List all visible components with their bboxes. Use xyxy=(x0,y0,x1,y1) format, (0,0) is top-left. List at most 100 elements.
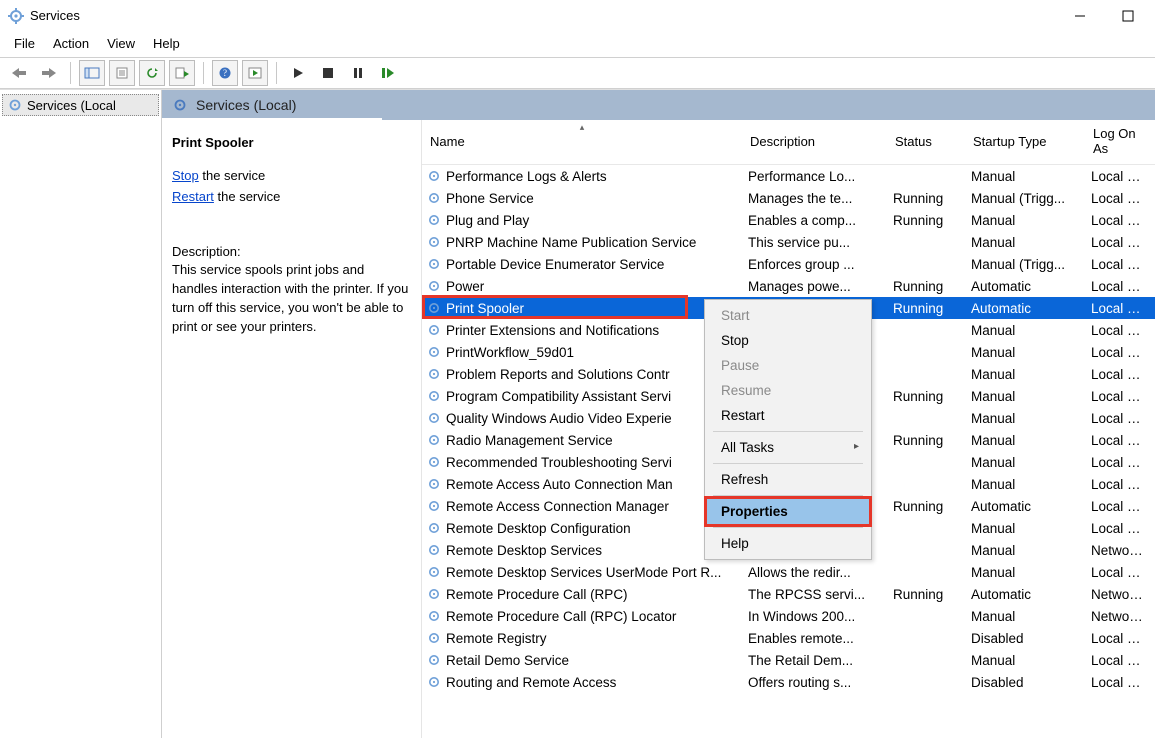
cell-startup: Manual xyxy=(965,451,1085,473)
context-menu-separator xyxy=(713,495,863,496)
gear-icon xyxy=(426,674,442,690)
forward-button[interactable] xyxy=(36,60,62,86)
tree-root-services[interactable]: Services (Local xyxy=(2,94,159,116)
help-button[interactable]: ? xyxy=(212,60,238,86)
context-menu-item-refresh[interactable]: Refresh xyxy=(707,467,869,492)
menu-view[interactable]: View xyxy=(107,36,135,51)
col-name[interactable]: ▴Name xyxy=(422,120,742,165)
table-row[interactable]: Plug and PlayEnables a comp...RunningMan… xyxy=(422,209,1155,231)
cell-status xyxy=(887,605,965,627)
cell-logon: Local System xyxy=(1085,209,1155,231)
cell-startup: Manual (Trigg... xyxy=(965,253,1085,275)
cell-startup: Manual xyxy=(965,517,1085,539)
cell-status xyxy=(887,253,965,275)
col-startup[interactable]: Startup Type xyxy=(965,120,1085,165)
properties-button[interactable] xyxy=(109,60,135,86)
table-row[interactable]: Remote Desktop Services UserMode Port R.… xyxy=(422,561,1155,583)
cell-desc: Enforces group ... xyxy=(742,253,887,275)
context-menu-item-help[interactable]: Help xyxy=(707,531,869,556)
cell-desc: In Windows 200... xyxy=(742,605,887,627)
service-name: Remote Procedure Call (RPC) xyxy=(446,587,628,602)
service-name: Remote Registry xyxy=(446,631,547,646)
tree-root-label: Services (Local xyxy=(27,98,116,113)
gear-icon xyxy=(426,476,442,492)
menu-file[interactable]: File xyxy=(14,36,35,51)
cell-startup: Manual xyxy=(965,539,1085,561)
gear-icon xyxy=(426,432,442,448)
cell-status: Running xyxy=(887,187,965,209)
gear-icon xyxy=(426,630,442,646)
cell-status xyxy=(887,671,965,693)
cell-desc: Enables a comp... xyxy=(742,209,887,231)
table-row[interactable]: Remote Procedure Call (RPC) The RPCSS ser… xyxy=(422,583,1155,605)
cell-desc: Enables remote... xyxy=(742,627,887,649)
cell-startup: Manual xyxy=(965,473,1085,495)
context-menu-item-all-tasks[interactable]: All Tasks▸ xyxy=(707,435,869,460)
cell-status: Running xyxy=(887,385,965,407)
stop-service-link[interactable]: Stop xyxy=(172,168,199,183)
maximize-button[interactable] xyxy=(1119,7,1137,25)
show-hide-tree-button[interactable] xyxy=(79,60,105,86)
restart-service-text: the service xyxy=(214,189,280,204)
gear-icon xyxy=(426,168,442,184)
pause-service-button[interactable] xyxy=(345,60,371,86)
back-button[interactable] xyxy=(6,60,32,86)
cell-startup: Manual xyxy=(965,649,1085,671)
service-name: Portable Device Enumerator Service xyxy=(446,257,664,272)
context-menu-item-stop[interactable]: Stop xyxy=(707,328,869,353)
cell-startup: Manual xyxy=(965,363,1085,385)
gear-icon xyxy=(426,410,442,426)
table-row[interactable]: Remote Procedure Call (RPC) LocatorIn Wi… xyxy=(422,605,1155,627)
cell-startup: Manual xyxy=(965,165,1085,188)
service-name: Print Spooler xyxy=(446,301,524,316)
service-name: Retail Demo Service xyxy=(446,653,569,668)
stop-service-button[interactable] xyxy=(315,60,341,86)
cell-logon: Local System xyxy=(1085,671,1155,693)
service-name: Remote Access Auto Connection Man xyxy=(446,477,673,492)
cell-status: Running xyxy=(887,495,965,517)
context-menu-separator xyxy=(713,463,863,464)
col-status[interactable]: Status xyxy=(887,120,965,165)
context-menu-item-restart[interactable]: Restart xyxy=(707,403,869,428)
cell-logon: Local System xyxy=(1085,649,1155,671)
cell-status xyxy=(887,451,965,473)
start-service-button[interactable] xyxy=(285,60,311,86)
service-name: Remote Desktop Services UserMode Port R.… xyxy=(446,565,721,580)
menu-help[interactable]: Help xyxy=(153,36,180,51)
cell-startup: Manual xyxy=(965,341,1085,363)
cell-status xyxy=(887,341,965,363)
export-list-button[interactable] xyxy=(169,60,195,86)
refresh-button[interactable] xyxy=(139,60,165,86)
service-name: Remote Desktop Configuration xyxy=(446,521,631,536)
cell-desc: Performance Lo... xyxy=(742,165,887,188)
context-menu-separator xyxy=(713,431,863,432)
cell-desc: The RPCSS servi... xyxy=(742,583,887,605)
cell-logon: Local System xyxy=(1085,363,1155,385)
gear-icon xyxy=(426,366,442,382)
table-row[interactable]: PowerManages powe...RunningAutomaticLoca… xyxy=(422,275,1155,297)
menu-action[interactable]: Action xyxy=(53,36,89,51)
cell-startup: Automatic xyxy=(965,583,1085,605)
run-button[interactable] xyxy=(242,60,268,86)
table-row[interactable]: PNRP Machine Name Publication ServiceThi… xyxy=(422,231,1155,253)
table-row[interactable]: Remote RegistryEnables remote...Disabled… xyxy=(422,627,1155,649)
restart-service-button[interactable] xyxy=(375,60,401,86)
context-menu-item-properties[interactable]: Properties xyxy=(707,499,869,524)
table-row[interactable]: Routing and Remote AccessOffers routing … xyxy=(422,671,1155,693)
col-logon[interactable]: Log On As xyxy=(1085,120,1155,165)
title-bar: Services xyxy=(0,0,1155,32)
table-row[interactable]: Performance Logs & AlertsPerformance Lo.… xyxy=(422,165,1155,188)
gear-icon xyxy=(426,344,442,360)
context-menu: StartStopPauseResumeRestartAll Tasks▸Ref… xyxy=(704,299,872,560)
table-row[interactable]: Phone ServiceManages the te...RunningMan… xyxy=(422,187,1155,209)
restart-service-link[interactable]: Restart xyxy=(172,189,214,204)
gear-icon xyxy=(426,278,442,294)
table-row[interactable]: Retail Demo ServiceThe Retail Dem...Manu… xyxy=(422,649,1155,671)
table-row[interactable]: Portable Device Enumerator Service Enforc… xyxy=(422,253,1155,275)
gear-icon xyxy=(426,564,442,580)
window-title: Services xyxy=(30,8,80,23)
gear-icon xyxy=(426,520,442,536)
context-menu-item-pause: Pause xyxy=(707,353,869,378)
minimize-button[interactable] xyxy=(1071,7,1089,25)
col-desc[interactable]: Description xyxy=(742,120,887,165)
